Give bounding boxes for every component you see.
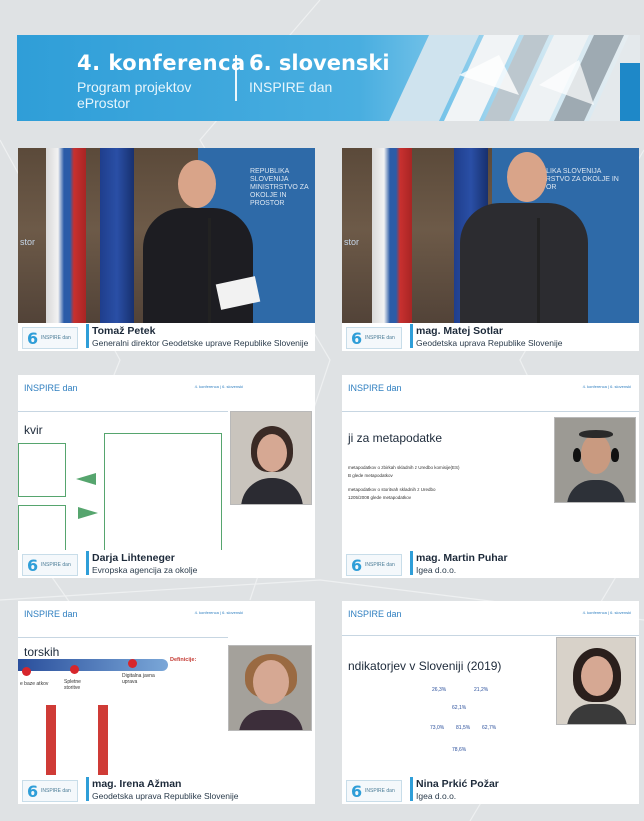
slide-header: INSPIRE dan 4. konferenca | 6. slovenski bbox=[348, 383, 631, 393]
speaker-name: mag. Irena Ažman bbox=[92, 778, 182, 790]
speaker-name: Nina Prkić Požar bbox=[416, 778, 499, 790]
backdrop-text-left: stor bbox=[344, 237, 360, 247]
video-tile-2[interactable]: REPUBLIKA SLOVENIJA MINISTRSTVO ZA OKOLJ… bbox=[342, 148, 639, 351]
slide-divider bbox=[342, 411, 639, 412]
caption-accent bbox=[410, 551, 413, 575]
presenter-camera bbox=[554, 417, 636, 503]
inspire-logo: 6 INSPIRE dan bbox=[346, 554, 402, 576]
timeline-label-0: e baze atkov bbox=[20, 681, 49, 687]
video-tile-5[interactable]: INSPIRE dan 4. konferenca | 6. slovenski… bbox=[18, 601, 315, 804]
slovenian-flag bbox=[46, 148, 86, 323]
slide-title: kvir bbox=[24, 423, 43, 437]
caption-accent bbox=[86, 551, 89, 575]
backdrop-text: REPUBLIKA SLOVENIJA MINISTRSTVO ZA OKOLJ… bbox=[250, 168, 309, 207]
speaker-role: Evropska agencija za okolje bbox=[92, 565, 198, 575]
speaker-role: Igea d.o.o. bbox=[416, 791, 457, 801]
day-subtitle: INSPIRE dan bbox=[249, 79, 333, 95]
kpi-1: 26,3% bbox=[432, 687, 447, 693]
video-tile-3[interactable]: INSPIRE dan 4. konferenca | 6. slovenski… bbox=[18, 375, 315, 578]
slide-header: INSPIRE dan 4. konferenca | 6. slovenski bbox=[348, 609, 631, 619]
slide-box-right bbox=[104, 433, 222, 553]
kpi-6: 62,7% bbox=[482, 725, 497, 731]
inspire-logo: 6 INSPIRE dan bbox=[346, 780, 402, 802]
slide-divider bbox=[342, 635, 639, 636]
video-tile-6[interactable]: INSPIRE dan 4. konferenca | 6. slovenski… bbox=[342, 601, 639, 804]
timeline-node-2 bbox=[70, 665, 79, 674]
presenter-camera bbox=[228, 645, 312, 731]
presenter-camera bbox=[230, 411, 312, 505]
caption-bar: 6 INSPIRE dan mag. Martin Puhar Igea d.o… bbox=[342, 550, 639, 578]
slide-bullet-1: metapodatkov o zbirkah skladnih z Uredbo… bbox=[348, 465, 460, 470]
timeline-node-3 bbox=[128, 659, 137, 668]
video-tile-1[interactable]: REPUBLIKA SLOVENIJA MINISTRSTVO ZA OKOLJ… bbox=[18, 148, 315, 351]
speaker-role: Geodetska uprava Republike Slovenije bbox=[92, 791, 239, 801]
timeline-arrow bbox=[18, 659, 168, 671]
caption-accent bbox=[410, 777, 413, 801]
speaker-role: Geodetska uprava Republike Slovenije bbox=[416, 338, 563, 348]
caption-accent bbox=[410, 324, 413, 348]
slide-bullet-3: metapodatkov o storitvah skladnih z Ured… bbox=[348, 487, 436, 492]
slide-divider bbox=[18, 411, 228, 412]
timeline-label-1: Spletne storitve bbox=[64, 679, 81, 691]
slide-header: INSPIRE dan 4. konferenca | 6. slovenski bbox=[24, 609, 243, 619]
slovenian-flag bbox=[372, 148, 412, 323]
banner-divider bbox=[235, 55, 237, 101]
speaker-body bbox=[460, 203, 588, 323]
video-tile-4[interactable]: INSPIRE dan 4. konferenca | 6. slovenski… bbox=[342, 375, 639, 578]
banner-corner-accent bbox=[620, 63, 640, 121]
day-title: 6. slovenski bbox=[249, 51, 390, 75]
speaker-head bbox=[507, 152, 547, 202]
definitions-label: Definicije: bbox=[170, 657, 197, 663]
caption-bar: 6 INSPIRE dan mag. Matej Sotlar Geodetsk… bbox=[342, 323, 639, 351]
kpi-7: 78,6% bbox=[452, 747, 467, 753]
inspire-logo: 6 INSPIRE dan bbox=[346, 327, 402, 349]
conference-subtitle: Program projektov eProstor bbox=[77, 79, 192, 111]
presenter-camera bbox=[556, 637, 636, 725]
caption-bar: 6 INSPIRE dan Nina Prkić Požar Igea d.o.… bbox=[342, 776, 639, 804]
kpi-5: 81,5% bbox=[456, 725, 471, 731]
slide-header: INSPIRE dan 4. konferenca | 6. slovenski bbox=[24, 383, 243, 393]
backdrop-text-left: stor bbox=[20, 237, 36, 247]
microphone bbox=[208, 218, 211, 323]
speaker-name: Darja Lihteneger bbox=[92, 552, 175, 564]
eu-flag bbox=[100, 148, 134, 323]
kpi-3: 62,1% bbox=[452, 705, 467, 711]
speaker-name: mag. Martin Puhar bbox=[416, 552, 508, 564]
slide-column-1 bbox=[46, 705, 56, 775]
conference-banner: 4. konferenca Program projektov eProstor… bbox=[17, 35, 640, 121]
speaker-role: Igea d.o.o. bbox=[416, 565, 457, 575]
speaker-name: Tomaž Petek bbox=[92, 325, 156, 337]
conference-title: 4. konferenca bbox=[77, 51, 246, 75]
microphone bbox=[537, 218, 540, 323]
timeline-node-1 bbox=[22, 667, 31, 676]
slide-title: torskih bbox=[24, 645, 60, 659]
slide-title: ndikatorjev v Sloveniji (2019) bbox=[348, 659, 502, 673]
slide-column-2 bbox=[98, 705, 108, 775]
timeline-label-2: Digitalna javna uprava bbox=[122, 673, 155, 685]
inspire-logo: 6 INSPIRE dan bbox=[22, 554, 78, 576]
slide-bullet-2: B glede metapodatkov bbox=[348, 473, 393, 478]
kpi-4: 73,0% bbox=[430, 725, 445, 731]
caption-accent bbox=[86, 324, 89, 348]
slide-box-left bbox=[18, 443, 66, 497]
slide-divider bbox=[18, 637, 228, 638]
caption-bar: 6 INSPIRE dan mag. Irena Ažman Geodetska… bbox=[18, 776, 315, 804]
speaker-name: mag. Matej Sotlar bbox=[416, 325, 503, 337]
caption-bar: 6 INSPIRE dan Tomaž Petek Generalni dire… bbox=[18, 323, 315, 351]
speaker-role: Generalni direktor Geodetske uprave Repu… bbox=[92, 338, 309, 348]
inspire-logo: 6 INSPIRE dan bbox=[22, 780, 78, 802]
decorative-facets bbox=[389, 35, 640, 121]
slide-title: ji za metapodatke bbox=[348, 431, 443, 445]
inspire-logo: 6 INSPIRE dan bbox=[22, 327, 78, 349]
kpi-2: 21,2% bbox=[474, 687, 489, 693]
slide-box-left-2 bbox=[18, 505, 66, 551]
slide-bullet-4: 1205/2008 glede metapodatkov bbox=[348, 495, 412, 500]
caption-accent bbox=[86, 777, 89, 801]
slide-arrows bbox=[76, 473, 98, 519]
speaker-head bbox=[178, 160, 216, 208]
caption-bar: 6 INSPIRE dan Darja Lihteneger Evropska … bbox=[18, 550, 315, 578]
